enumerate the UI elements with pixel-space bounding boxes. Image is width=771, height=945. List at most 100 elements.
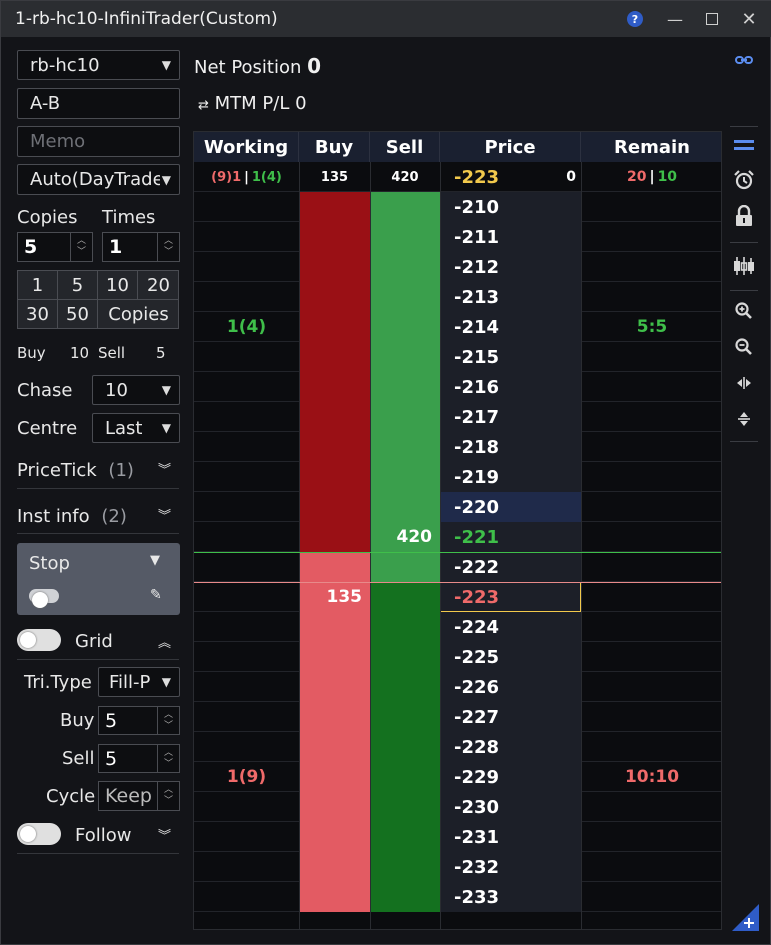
spread-expression-field[interactable]: A-B [17, 88, 180, 119]
price-cell[interactable]: -224 [440, 612, 581, 642]
working-cell[interactable] [194, 372, 299, 402]
follow-toggle[interactable] [17, 823, 61, 845]
buy-cell[interactable] [299, 402, 370, 432]
quick-copies-1[interactable]: 1 [18, 271, 58, 300]
grid-toggle[interactable] [17, 629, 61, 651]
column-header-working[interactable]: Working [194, 132, 299, 162]
price-cell[interactable]: -220 [440, 492, 581, 522]
buy-cell[interactable] [299, 822, 370, 852]
ladder-row[interactable]: -224 [194, 612, 721, 642]
quick-copies-30[interactable]: 30 [18, 300, 58, 328]
cycle-stepper[interactable]: Keep ︿ ﹀ [98, 781, 180, 811]
working-cell[interactable] [194, 462, 299, 492]
candlestick-icon[interactable] [730, 252, 758, 280]
close-button[interactable]: ✕ [732, 1, 766, 37]
price-cell[interactable]: -233 [440, 882, 581, 912]
buy-cell[interactable] [299, 732, 370, 762]
working-cell[interactable] [194, 252, 299, 282]
ladder-row[interactable]: 1(9) -229 10:10 [194, 762, 721, 792]
maximize-button[interactable] [695, 1, 729, 37]
sell-cell[interactable] [370, 552, 440, 582]
working-cell[interactable] [194, 432, 299, 462]
ladder-row[interactable]: 1(4) -214 5:5 [194, 312, 721, 342]
ladder-row[interactable]: -215 [194, 342, 721, 372]
working-cell[interactable] [194, 552, 299, 582]
buy-cell[interactable] [299, 312, 370, 342]
sell-cell[interactable] [370, 732, 440, 762]
price-cell[interactable]: -219 [440, 462, 581, 492]
working-cell[interactable] [194, 192, 299, 222]
ladder-row[interactable]: -225 [194, 642, 721, 672]
price-cell[interactable]: -215 [440, 342, 581, 372]
ladder-row[interactable]: -217 [194, 402, 721, 432]
column-header-buy[interactable]: Buy [299, 132, 370, 162]
buy-cell[interactable] [299, 432, 370, 462]
buy-cell[interactable] [299, 252, 370, 282]
stepper-arrows-icon[interactable]: ︿ ﹀ [70, 233, 92, 261]
buy-cell[interactable] [299, 192, 370, 222]
buy-cell[interactable] [299, 642, 370, 672]
quick-copies-50[interactable]: 50 [58, 300, 98, 328]
quick-copies-5[interactable]: 5 [58, 271, 98, 300]
price-cell[interactable]: -211 [440, 222, 581, 252]
price-cell[interactable]: -212 [440, 252, 581, 282]
working-cell[interactable] [194, 702, 299, 732]
ladder-row[interactable]: -231 [194, 822, 721, 852]
chase-select[interactable]: 10 ▼ [92, 375, 180, 405]
buy-cell[interactable] [299, 492, 370, 522]
expand-chevron-icon[interactable]: ︾ [158, 825, 171, 844]
ladder-row[interactable]: -218 [194, 432, 721, 462]
collapse-chevron-icon[interactable]: ︽ [158, 632, 171, 651]
working-cell[interactable] [194, 342, 299, 372]
working-cell[interactable] [194, 672, 299, 702]
stop-toggle[interactable] [29, 589, 59, 608]
centre-select[interactable]: Last ▼ [92, 413, 180, 443]
price-cell[interactable]: -218 [440, 432, 581, 462]
horizontal-split-icon[interactable] [730, 369, 758, 397]
edit-pencil-icon[interactable]: ✎ [150, 587, 162, 603]
price-cell[interactable]: -217 [440, 402, 581, 432]
sell-cell[interactable] [370, 342, 440, 372]
sell-cell[interactable] [370, 402, 440, 432]
buy-cell[interactable] [299, 882, 370, 912]
grid-buy-stepper[interactable]: 5 ︿ ﹀ [98, 706, 180, 735]
stepper-arrows-icon[interactable]: ︿ ﹀ [157, 745, 179, 772]
working-cell[interactable] [194, 222, 299, 252]
copies-stepper[interactable]: 5 ︿ ﹀ [17, 232, 93, 262]
times-stepper[interactable]: 1 ︿ ﹀ [102, 232, 180, 262]
pricetick-section-header[interactable]: PriceTick (1) [17, 460, 134, 481]
ladder-row[interactable]: 420 -221 [194, 522, 721, 552]
ladder-row[interactable]: -222 [194, 552, 721, 582]
buy-cell[interactable] [299, 522, 370, 552]
buy-cell[interactable] [299, 372, 370, 402]
expand-chevron-icon[interactable]: ︾ [158, 505, 171, 524]
buy-cell[interactable] [299, 852, 370, 882]
sell-cell[interactable] [370, 702, 440, 732]
price-cell[interactable]: -213 [440, 282, 581, 312]
working-cell[interactable]: 1(9) [194, 762, 299, 792]
zoom-in-icon[interactable] [730, 297, 758, 325]
instinfo-section-header[interactable]: Inst info (2) [17, 506, 127, 527]
working-cell[interactable] [194, 792, 299, 822]
working-cell[interactable] [194, 282, 299, 312]
sell-cell[interactable] [370, 792, 440, 822]
mtm-pl[interactable]: ⇄ MTM P/L 0 [198, 93, 307, 114]
buy-cell[interactable] [299, 792, 370, 822]
sell-cell[interactable] [370, 432, 440, 462]
sell-cell[interactable] [370, 372, 440, 402]
price-cell[interactable]: -229 [440, 762, 581, 792]
buy-cell[interactable] [299, 702, 370, 732]
price-cell[interactable]: -231 [440, 822, 581, 852]
ladder-row[interactable]: -216 [194, 372, 721, 402]
vertical-split-icon[interactable] [730, 405, 758, 433]
stepper-arrows-icon[interactable]: ︿ ﹀ [157, 707, 179, 734]
ladder-row[interactable]: -220 [194, 492, 721, 522]
buy-cell[interactable] [299, 342, 370, 372]
sell-cell[interactable] [370, 222, 440, 252]
ladder-row[interactable]: -213 [194, 282, 721, 312]
instrument-select[interactable]: rb-hc10 ▼ [17, 50, 180, 80]
price-cell[interactable]: -232 [440, 852, 581, 882]
ladder-row[interactable]: -219 [194, 462, 721, 492]
column-header-remain[interactable]: Remain [581, 132, 721, 162]
sell-cell[interactable] [370, 882, 440, 912]
